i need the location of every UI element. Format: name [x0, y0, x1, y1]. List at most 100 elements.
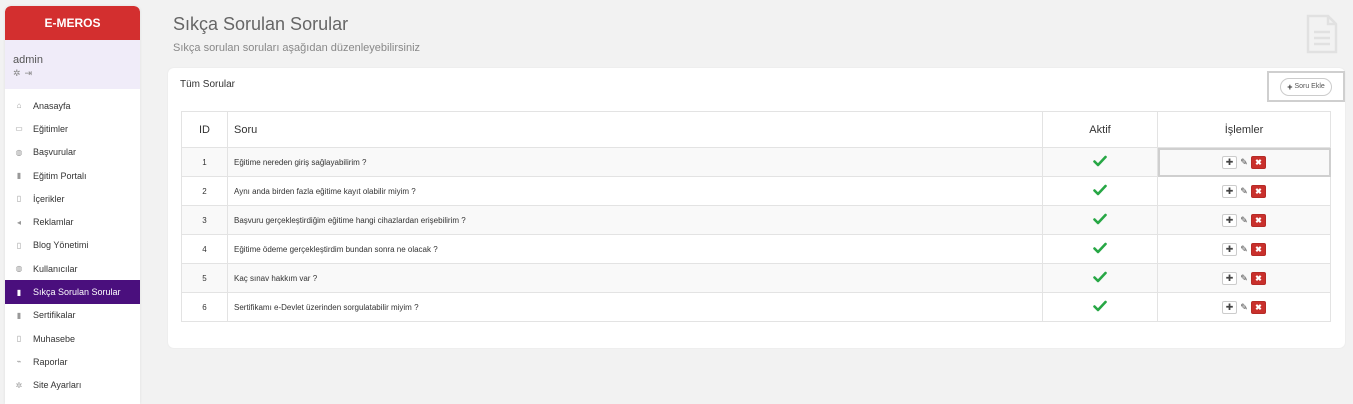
document-icon: [1306, 14, 1338, 54]
add-button-frame: + Soru Ekle: [1267, 71, 1345, 102]
table-row: 4 Eğitime ödeme gerçekleştirdim bundan so…: [181, 234, 1331, 264]
delete-icon[interactable]: ✖: [1251, 271, 1266, 285]
sidebar-item-label: Muhasebe: [33, 333, 76, 344]
action-group: ✚ ✎ ✖: [1222, 300, 1266, 314]
delete-icon[interactable]: ✖: [1251, 300, 1266, 314]
row-id: 4: [181, 234, 228, 264]
sidebar-item-2[interactable]: ◍ Başvurular: [5, 141, 140, 164]
sidebar-item-7[interactable]: ◍ Kullanıcılar: [5, 257, 140, 280]
pencil-icon[interactable]: ✎: [1238, 243, 1250, 256]
delete-icon[interactable]: ✖: [1251, 155, 1266, 169]
add-icon[interactable]: ✚: [1222, 213, 1237, 227]
sidebar-item-11[interactable]: ⌁ Raporlar: [5, 350, 140, 373]
row-active: [1042, 263, 1158, 293]
sidebar-item-label: Anasayfa: [33, 100, 71, 111]
file-icon: ▮: [16, 287, 22, 297]
sidebar-item-label: Başvurular: [33, 147, 77, 158]
check-icon[interactable]: [1093, 213, 1107, 225]
add-icon[interactable]: ✚: [1222, 155, 1237, 169]
book-icon: ▭: [15, 124, 23, 134]
row-active: [1042, 234, 1158, 264]
row-id: 6: [181, 292, 228, 322]
gear-icon: ✲: [15, 380, 23, 390]
sidebar-item-9[interactable]: ▮ Sertifikalar: [5, 304, 140, 327]
add-icon[interactable]: ✚: [1222, 271, 1237, 285]
row-question: Eğitime nereden giriş sağlayabilirim ?: [227, 147, 1043, 177]
brand-logo[interactable]: E-MEROS: [5, 6, 140, 40]
chart-line-icon: ⌁: [16, 357, 22, 367]
action-group: ✚ ✎ ✖: [1222, 213, 1266, 227]
sidebar-item-label: İçerikler: [33, 193, 65, 204]
user-panel: admin ✲ ⇥: [5, 40, 140, 89]
faq-table: ID Soru Aktif İşlemler 1 Eğitime nereden …: [181, 111, 1331, 322]
check-icon[interactable]: [1093, 300, 1107, 312]
group-icon: ◍: [15, 264, 23, 274]
certificate-icon: ▮: [16, 310, 22, 320]
action-group: ✚ ✎ ✖: [1222, 242, 1266, 256]
add-question-button[interactable]: + Soru Ekle: [1280, 77, 1332, 96]
row-id: 5: [181, 263, 228, 293]
card-title: Tüm Sorular: [180, 79, 236, 90]
pencil-icon[interactable]: ✎: [1238, 156, 1250, 169]
column-header-id[interactable]: ID: [181, 111, 228, 148]
add-icon[interactable]: ✚: [1222, 300, 1237, 314]
row-question: Kaç sınav hakkım var ?: [227, 263, 1043, 293]
page-title: Sıkça Sorulan Sorular: [173, 14, 349, 34]
sidebar-nav: ⌂ Anasayfa ▭ Eğitimler ◍ Başvurular ▮ Eğitim Po…: [5, 89, 140, 397]
sidebar-item-8[interactable]: ▮ Sıkça Sorulan Sorular: [5, 280, 140, 304]
sidebar-item-1[interactable]: ▭ Eğitimler: [5, 117, 140, 140]
delete-icon[interactable]: ✖: [1251, 184, 1266, 198]
check-icon[interactable]: [1093, 271, 1107, 283]
row-actions: ✚ ✎ ✖: [1157, 147, 1331, 177]
row-actions: ✚ ✎ ✖: [1157, 205, 1331, 235]
sidebar-item-4[interactable]: ▯ İçerikler: [5, 187, 140, 210]
sidebar-item-label: Blog Yönetimi: [33, 240, 89, 251]
table-header-row: ID Soru Aktif İşlemler: [181, 111, 1331, 148]
plus-icon: +: [1287, 81, 1293, 92]
sidebar-item-6[interactable]: ▯ Blog Yönetimi: [5, 234, 140, 257]
pencil-icon[interactable]: ✎: [1238, 272, 1250, 285]
delete-icon[interactable]: ✖: [1251, 242, 1266, 256]
sidebar-item-0[interactable]: ⌂ Anasayfa: [5, 94, 140, 117]
check-icon[interactable]: [1093, 184, 1107, 196]
sidebar-item-label: Sertifikalar: [33, 310, 76, 321]
sidebar-item-10[interactable]: ▯ Muhasebe: [5, 327, 140, 350]
row-question: Sertifikamı e-Devlet üzerinden sorgulata…: [227, 292, 1043, 322]
sidebar-item-label: Sıkça Sorulan Sorular: [33, 287, 121, 298]
home-icon: ⌂: [16, 101, 22, 111]
pencil-icon[interactable]: ✎: [1238, 214, 1250, 227]
column-header-question[interactable]: Soru: [227, 111, 1043, 148]
row-question: Başvuru gerçekleştirdiğim eğitime hangi …: [227, 205, 1043, 235]
sidebar-item-12[interactable]: ✲ Site Ayarları: [5, 374, 140, 397]
action-group: ✚ ✎ ✖: [1222, 155, 1266, 169]
pencil-icon[interactable]: ✎: [1238, 185, 1250, 198]
sidebar-item-3[interactable]: ▮ Eğitim Portalı: [5, 164, 140, 187]
row-id: 3: [181, 205, 228, 235]
column-header-active[interactable]: Aktif: [1042, 111, 1158, 148]
row-actions: ✚ ✎ ✖: [1157, 234, 1331, 264]
logout-icon[interactable]: ⇥: [25, 68, 33, 79]
users-icon: ◍: [15, 147, 23, 157]
add-icon[interactable]: ✚: [1222, 242, 1237, 256]
sidebar-item-label: Eğitim Portalı: [33, 170, 87, 181]
row-question: Aynı anda birden fazla eğitime kayıt ola…: [227, 176, 1043, 206]
row-actions: ✚ ✎ ✖: [1157, 292, 1331, 322]
delete-icon[interactable]: ✖: [1251, 213, 1266, 227]
document-icon: ▯: [16, 240, 22, 250]
sidebar-item-label: Kullanıcılar: [33, 263, 78, 274]
check-icon[interactable]: [1093, 242, 1107, 254]
row-active: [1042, 205, 1158, 235]
row-active: [1042, 292, 1158, 322]
user-actions: ✲ ⇥: [13, 68, 140, 79]
sidebar-item-label: Eğitimler: [33, 123, 69, 134]
check-icon[interactable]: [1093, 155, 1107, 167]
row-id: 1: [181, 147, 228, 177]
gear-icon[interactable]: ✲: [13, 68, 21, 79]
row-active: [1042, 176, 1158, 206]
pencil-icon[interactable]: ✎: [1238, 301, 1250, 314]
row-id: 2: [181, 176, 228, 206]
column-header-actions: İşlemler: [1157, 111, 1331, 148]
add-icon[interactable]: ✚: [1222, 184, 1237, 198]
sidebar-item-5[interactable]: ◂ Reklamlar: [5, 210, 140, 233]
table-row: 1 Eğitime nereden giriş sağlayabilirim ? ✚…: [181, 147, 1331, 177]
